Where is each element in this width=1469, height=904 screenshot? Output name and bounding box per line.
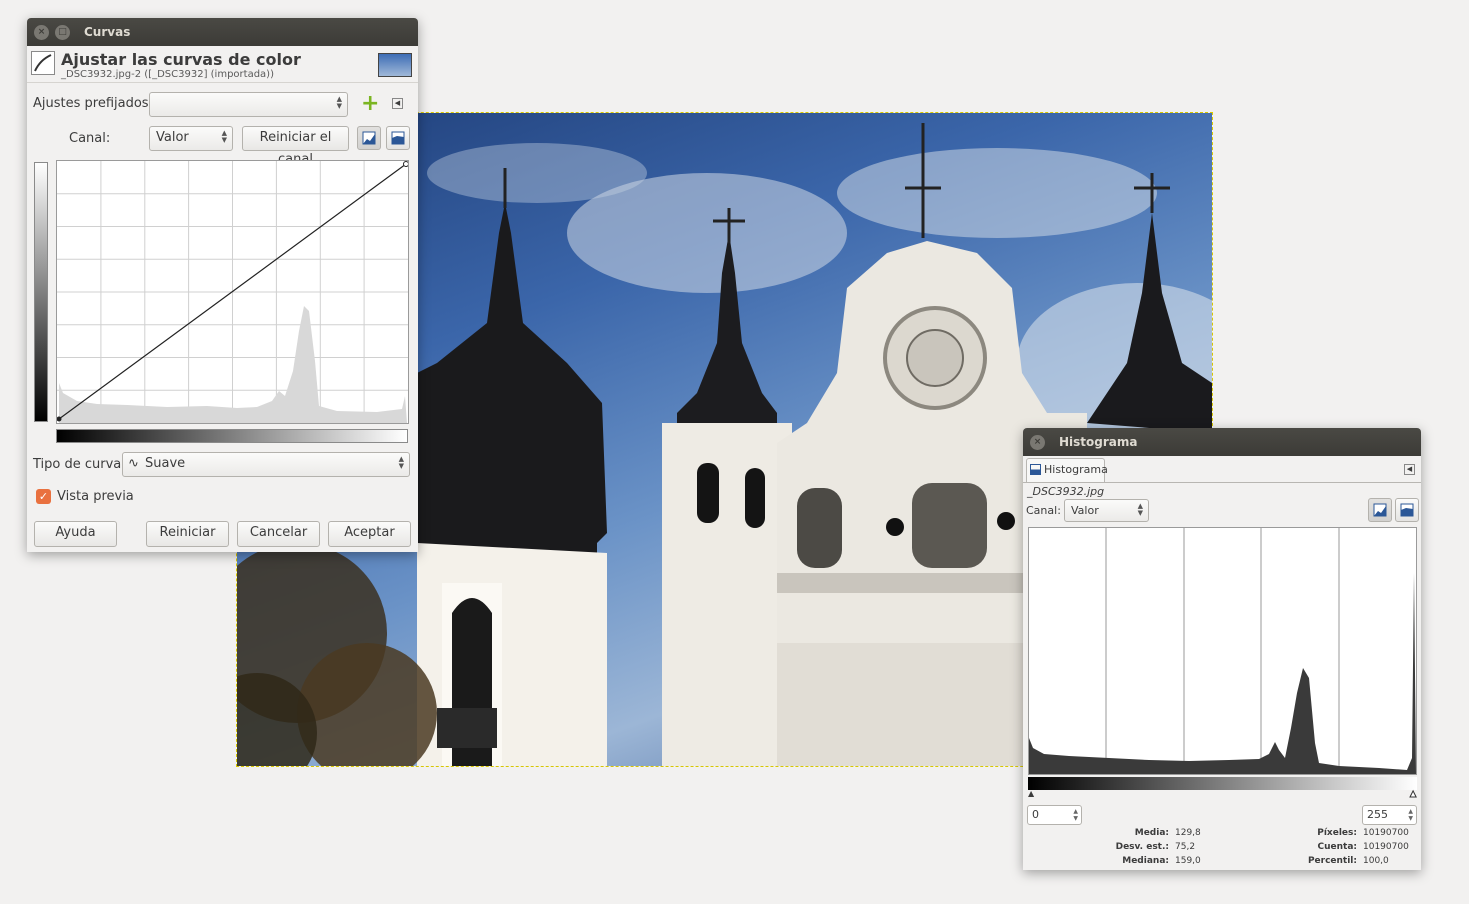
curves-tool-icon bbox=[31, 51, 55, 75]
cancel-button[interactable]: Cancelar bbox=[237, 521, 320, 547]
ok-button[interactable]: Aceptar bbox=[328, 521, 411, 547]
spin-arrows-icon: ▲ ▼ bbox=[1408, 808, 1413, 822]
histogram-plot bbox=[1029, 528, 1416, 774]
low-slider-handle[interactable]: ▲ bbox=[1028, 790, 1034, 798]
preview-label: Vista previa bbox=[57, 489, 134, 504]
high-slider-handle[interactable]: ▲ bbox=[1409, 789, 1416, 798]
chevron-updown-icon: ▲ ▼ bbox=[336, 95, 342, 110]
header-divider bbox=[27, 82, 418, 83]
range-low-value: 0 bbox=[1032, 808, 1039, 821]
pixels-label: Píxeles: bbox=[1317, 828, 1357, 838]
range-high-value: 255 bbox=[1367, 808, 1388, 821]
close-button[interactable]: × bbox=[1030, 434, 1045, 450]
value-gradient-bar bbox=[1028, 777, 1417, 790]
stddev-value: 75,2 bbox=[1175, 842, 1196, 852]
presets-label: Ajustes prefijados: bbox=[33, 96, 153, 111]
tab-label: Histograma bbox=[1044, 463, 1108, 476]
window-title: Curvas bbox=[84, 25, 131, 39]
help-button[interactable]: Ayuda bbox=[34, 521, 117, 547]
linear-histogram-icon[interactable] bbox=[1368, 498, 1392, 522]
preview-checkbox[interactable]: ✓ bbox=[36, 489, 51, 504]
channel-combo[interactable]: Valor ▲ ▼ bbox=[149, 126, 233, 151]
histogram-titlebar: × Histograma bbox=[1023, 428, 1421, 456]
count-value: 10190700 bbox=[1363, 842, 1409, 852]
channel-label: Canal: bbox=[69, 131, 111, 146]
curves-titlebar: × □ Curvas bbox=[27, 18, 418, 46]
chevron-updown-icon: ▲ ▼ bbox=[221, 129, 227, 144]
image-name: _DSC3932.jpg bbox=[1027, 485, 1105, 498]
curve-graph bbox=[56, 161, 409, 423]
tab-divider bbox=[1023, 482, 1421, 483]
dialog-heading: Ajustar las curvas de color bbox=[61, 50, 301, 69]
reset-channel-button[interactable]: Reiniciar el canal bbox=[242, 126, 349, 167]
image-thumbnail-icon bbox=[378, 53, 412, 77]
percentile-label: Percentil: bbox=[1307, 856, 1357, 866]
curve-type-label: Tipo de curva: bbox=[33, 457, 126, 472]
mean-label: Media: bbox=[1134, 828, 1169, 838]
histogram-dialog: × Histograma Histograma ◀ _DSC3932.jpg C… bbox=[1023, 428, 1421, 870]
presets-combo[interactable]: ▲ ▼ bbox=[149, 92, 348, 117]
linear-histogram-icon[interactable] bbox=[357, 126, 381, 150]
tab-menu-icon[interactable]: ◀ bbox=[1404, 464, 1415, 475]
pixels-value: 10190700 bbox=[1363, 828, 1409, 838]
histogram-graph[interactable] bbox=[1028, 527, 1417, 775]
smooth-curve-icon: ∿ bbox=[128, 456, 139, 471]
channel-value: Valor bbox=[156, 130, 189, 145]
add-preset-icon[interactable]: + bbox=[361, 93, 379, 115]
histogram-tab-icon bbox=[1030, 464, 1041, 475]
spin-arrows-icon: ▲ ▼ bbox=[1073, 808, 1078, 822]
window-title: Histograma bbox=[1059, 435, 1138, 449]
curve-type-value: Suave bbox=[145, 456, 186, 471]
tab-histogram[interactable]: Histograma bbox=[1026, 458, 1108, 482]
preset-menu-icon[interactable]: ◀ bbox=[392, 98, 403, 109]
median-label: Mediana: bbox=[1122, 856, 1169, 866]
count-label: Cuenta: bbox=[1317, 842, 1358, 852]
channel-combo[interactable]: Valor ▲ ▼ bbox=[1064, 499, 1149, 522]
mean-value: 129,8 bbox=[1175, 828, 1201, 838]
output-gradient-bar bbox=[34, 162, 48, 422]
log-histogram-icon[interactable] bbox=[386, 126, 410, 150]
stddev-label: Desv. est.: bbox=[1115, 842, 1169, 852]
channel-label: Canal: bbox=[1026, 504, 1061, 517]
log-histogram-icon[interactable] bbox=[1395, 498, 1419, 522]
input-gradient-bar bbox=[56, 429, 408, 443]
reset-button[interactable]: Reiniciar bbox=[146, 521, 229, 547]
channel-value: Valor bbox=[1071, 504, 1099, 517]
chevron-updown-icon: ▲ ▼ bbox=[1137, 502, 1143, 517]
dialog-subheading: _DSC3932.jpg-2 ([_DSC3932] (importada)) bbox=[61, 69, 274, 80]
percentile-value: 100,0 bbox=[1363, 856, 1389, 866]
range-high-input[interactable]: 255 ▲ ▼ bbox=[1362, 805, 1417, 825]
curves-dialog: × □ Curvas Ajustar las curvas de color _… bbox=[27, 18, 418, 552]
curve-editor[interactable] bbox=[56, 160, 409, 424]
curve-type-combo[interactable]: ∿ Suave ▲ ▼ bbox=[122, 452, 410, 477]
maximize-button[interactable]: □ bbox=[55, 24, 70, 40]
median-value: 159,0 bbox=[1175, 856, 1201, 866]
range-low-input[interactable]: 0 ▲ ▼ bbox=[1027, 805, 1082, 825]
close-button[interactable]: × bbox=[34, 24, 49, 40]
chevron-updown-icon: ▲ ▼ bbox=[398, 455, 404, 470]
